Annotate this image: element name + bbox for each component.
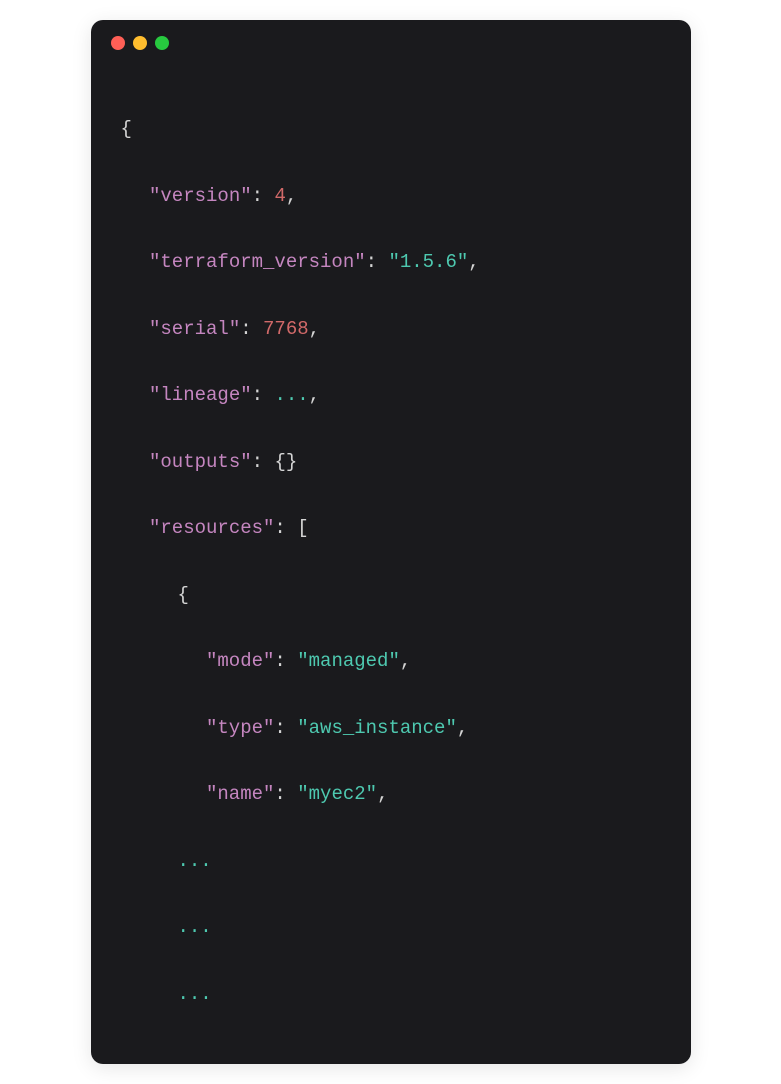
colon: : (274, 717, 297, 739)
value-outputs: {} (274, 451, 297, 473)
value-version: 4 (274, 185, 285, 207)
brace-open: { (121, 118, 132, 140)
value-terraform-version: "1.5.6" (388, 251, 468, 273)
comma: , (309, 384, 320, 406)
value-serial: 7768 (263, 318, 309, 340)
colon: : (274, 517, 297, 539)
value-name: "myec2" (297, 783, 377, 805)
code-area: { "version": 4, "terraform_version": "1.… (91, 60, 691, 1064)
window-titlebar (91, 20, 691, 60)
comma: , (468, 251, 479, 273)
code-window: { "version": 4, "terraform_version": "1.… (91, 20, 691, 1064)
comma: , (457, 717, 468, 739)
maximize-icon[interactable] (155, 36, 169, 50)
value-type: "aws_instance" (297, 717, 457, 739)
key-name: "name" (206, 783, 274, 805)
key-resources: "resources" (149, 517, 274, 539)
key-outputs: "outputs" (149, 451, 252, 473)
colon: : (252, 384, 275, 406)
close-icon[interactable] (111, 36, 125, 50)
minimize-icon[interactable] (133, 36, 147, 50)
comma: , (377, 783, 388, 805)
colon: : (252, 451, 275, 473)
comma: , (309, 318, 320, 340)
colon: : (252, 185, 275, 207)
key-terraform-version: "terraform_version" (149, 251, 366, 273)
bracket-open: [ (297, 517, 308, 539)
ellipsis: ... (178, 916, 212, 938)
key-serial: "serial" (149, 318, 240, 340)
comma: , (286, 185, 297, 207)
value-lineage: ... (274, 384, 308, 406)
colon: : (274, 783, 297, 805)
colon: : (366, 251, 389, 273)
key-type: "type" (206, 717, 274, 739)
ellipsis: ... (178, 850, 212, 872)
ellipsis: ... (178, 983, 212, 1005)
colon: : (240, 318, 263, 340)
resource-brace-open: { (178, 584, 189, 606)
key-lineage: "lineage" (149, 384, 252, 406)
key-version: "version" (149, 185, 252, 207)
